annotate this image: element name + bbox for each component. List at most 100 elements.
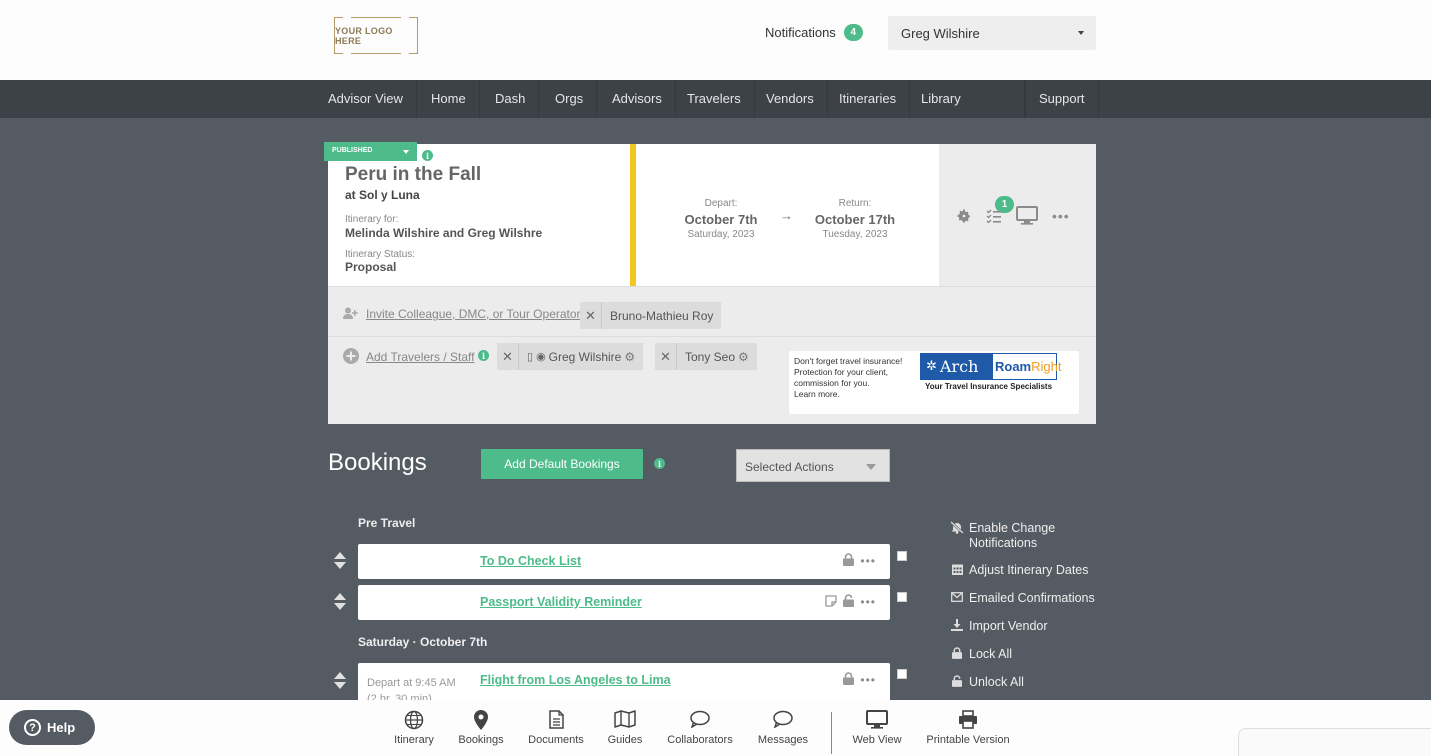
more-options-icon[interactable]: ••• bbox=[860, 595, 876, 609]
bottom-toolbar: ? Help Itinerary Bookings Documents Guid… bbox=[0, 700, 1431, 756]
bottom-itinerary[interactable]: Itinerary bbox=[393, 710, 435, 746]
bottom-label: Itinerary bbox=[394, 734, 434, 746]
import-vendor-action[interactable]: Import Vendor bbox=[950, 619, 1048, 634]
unlock-all-action[interactable]: Unlock All bbox=[950, 675, 1024, 690]
nav-travelers[interactable]: Travelers bbox=[674, 80, 755, 118]
drag-handle-icon[interactable] bbox=[333, 552, 346, 570]
roamright-logo: Roam Right bbox=[992, 353, 1061, 380]
status-dropdown[interactable]: PUBLISHED bbox=[324, 142, 417, 161]
itinerary-actions: 1 ••• bbox=[939, 144, 1096, 286]
nav-advisor-view[interactable]: Advisor View bbox=[315, 80, 417, 118]
booking-row[interactable]: To Do Check List ••• bbox=[358, 544, 890, 579]
adjust-itinerary-dates-action[interactable]: Adjust Itinerary Dates bbox=[950, 563, 1089, 578]
bottom-documents[interactable]: Documents bbox=[526, 710, 586, 746]
bottom-label: Printable Version bbox=[926, 734, 1010, 746]
arch-roamright-logo: ✲ Arch Roam Right bbox=[920, 353, 1061, 380]
nav-orgs[interactable]: Orgs bbox=[542, 80, 598, 118]
remove-collaborator-icon[interactable]: ✕ bbox=[580, 302, 602, 329]
itinerary-title: Peru in the Fall bbox=[345, 164, 482, 185]
bottom-collaborators[interactable]: Collaborators bbox=[664, 710, 736, 746]
plus-circle-icon[interactable] bbox=[343, 348, 359, 369]
drag-handle-icon[interactable] bbox=[333, 672, 346, 690]
lock-icon[interactable] bbox=[843, 672, 855, 688]
booking-title-link[interactable]: Passport Validity Reminder bbox=[480, 595, 642, 609]
booking-row[interactable]: Passport Validity Reminder ••• bbox=[358, 585, 890, 620]
insurance-ad-banner[interactable]: Don't forget travel insurance! Protectio… bbox=[789, 351, 1079, 414]
remove-traveler-icon[interactable]: ✕ bbox=[497, 343, 519, 370]
unlock-icon[interactable] bbox=[843, 594, 855, 610]
section-day: Saturday · October 7th bbox=[358, 635, 488, 649]
bottom-web-view[interactable]: Web View bbox=[850, 710, 904, 746]
ad-line-2: Protection for your client, commission f… bbox=[794, 367, 889, 388]
ad-line-1: Don't forget travel insurance! bbox=[794, 356, 903, 366]
gear-icon[interactable] bbox=[957, 209, 971, 228]
booking-depart-time: Depart at 9:45 AM bbox=[367, 677, 456, 689]
collaborator-chip: ✕ Bruno-Mathieu Roy bbox=[580, 302, 722, 329]
bottom-messages[interactable]: Messages bbox=[755, 710, 811, 746]
booking-checkbox[interactable] bbox=[897, 551, 907, 561]
more-options-icon[interactable]: ••• bbox=[1052, 208, 1070, 224]
nav-dash[interactable]: Dash bbox=[482, 80, 540, 118]
bottom-guides[interactable]: Guides bbox=[606, 710, 644, 746]
booking-title-link[interactable]: To Do Check List bbox=[480, 554, 581, 568]
action-label: Lock All bbox=[969, 647, 1013, 661]
add-travelers-link[interactable]: Add Travelers / Staff bbox=[366, 350, 475, 364]
itinerary-summary: PUBLISHED i Peru in the Fall at Sol y Lu… bbox=[324, 142, 630, 286]
document-icon bbox=[526, 710, 586, 734]
itinerary-for-value: Melinda Wilshire and Greg Wilshre bbox=[345, 226, 543, 240]
selected-actions-select[interactable]: Selected Actions bbox=[736, 449, 890, 482]
monitor-icon bbox=[850, 710, 904, 734]
checklist-icon[interactable] bbox=[986, 209, 1002, 228]
return-block: Return: October 17th Tuesday, 2023 bbox=[800, 198, 910, 240]
booking-checkbox[interactable] bbox=[897, 669, 907, 679]
emailed-confirmations-action[interactable]: Emailed Confirmations bbox=[950, 591, 1095, 605]
chat-widget[interactable] bbox=[1238, 728, 1431, 756]
nav-support[interactable]: Support bbox=[1025, 80, 1099, 118]
ad-line-3: Learn more. bbox=[794, 389, 840, 399]
drag-handle-icon[interactable] bbox=[333, 593, 346, 611]
user-menu-select[interactable]: Greg Wilshire bbox=[888, 16, 1096, 50]
calendar-icon bbox=[950, 563, 964, 578]
booking-title-link[interactable]: Flight from Los Angeles to Lima bbox=[480, 673, 671, 687]
add-default-bookings-button[interactable]: Add Default Bookings bbox=[481, 449, 643, 479]
traveler-name: Tony Seo bbox=[685, 349, 736, 364]
action-label: Enable Change Notifications bbox=[969, 521, 1056, 550]
section-pre-travel: Pre Travel bbox=[358, 516, 416, 530]
invite-colleague-link[interactable]: Invite Colleague, DMC, or Tour Operator bbox=[366, 307, 581, 321]
bottom-printable-version[interactable]: Printable Version bbox=[924, 710, 1012, 746]
gear-icon[interactable]: ⚙ bbox=[738, 350, 749, 364]
more-options-icon[interactable]: ••• bbox=[860, 673, 876, 687]
gear-icon[interactable]: ⚙ bbox=[624, 350, 635, 364]
info-icon[interactable]: i bbox=[422, 150, 433, 161]
info-icon[interactable]: i bbox=[478, 350, 489, 361]
remove-traveler-icon[interactable]: ✕ bbox=[655, 343, 677, 370]
enable-change-notifications-action[interactable]: Enable Change Notifications bbox=[950, 521, 1090, 551]
action-label: Emailed Confirmations bbox=[969, 591, 1095, 605]
arch-text: Arch bbox=[939, 357, 979, 376]
info-icon[interactable]: i bbox=[654, 458, 665, 469]
help-button[interactable]: ? Help bbox=[9, 710, 95, 745]
notifications-link[interactable]: Notifications 4 bbox=[765, 24, 863, 41]
nav-vendors[interactable]: Vendors bbox=[753, 80, 828, 118]
depart-block: Depart: October 7th Saturday, 2023 bbox=[666, 198, 776, 240]
download-icon bbox=[950, 619, 964, 634]
question-icon: ? bbox=[24, 719, 41, 736]
lock-icon[interactable] bbox=[843, 553, 855, 569]
monitor-icon[interactable] bbox=[1016, 206, 1038, 230]
roam-text: Roam bbox=[995, 359, 1032, 374]
nav-library[interactable]: Library bbox=[908, 80, 1025, 118]
return-weekday: Tuesday, 2023 bbox=[822, 229, 888, 240]
more-options-icon[interactable]: ••• bbox=[860, 554, 876, 568]
action-label: Adjust Itinerary Dates bbox=[969, 563, 1089, 577]
itinerary-card: PUBLISHED i Peru in the Fall at Sol y Lu… bbox=[324, 142, 1096, 424]
nav-home[interactable]: Home bbox=[418, 80, 480, 118]
depart-label: Depart: bbox=[704, 198, 738, 209]
company-logo[interactable]: YOUR LOGO HERE bbox=[334, 17, 418, 54]
note-icon[interactable] bbox=[825, 594, 838, 610]
nav-itineraries[interactable]: Itineraries bbox=[826, 80, 911, 118]
status-badge-label: PUBLISHED bbox=[332, 147, 373, 154]
bottom-bookings[interactable]: Bookings bbox=[457, 710, 505, 746]
nav-advisors[interactable]: Advisors bbox=[599, 80, 676, 118]
lock-all-action[interactable]: Lock All bbox=[950, 647, 1012, 662]
booking-checkbox[interactable] bbox=[897, 592, 907, 602]
